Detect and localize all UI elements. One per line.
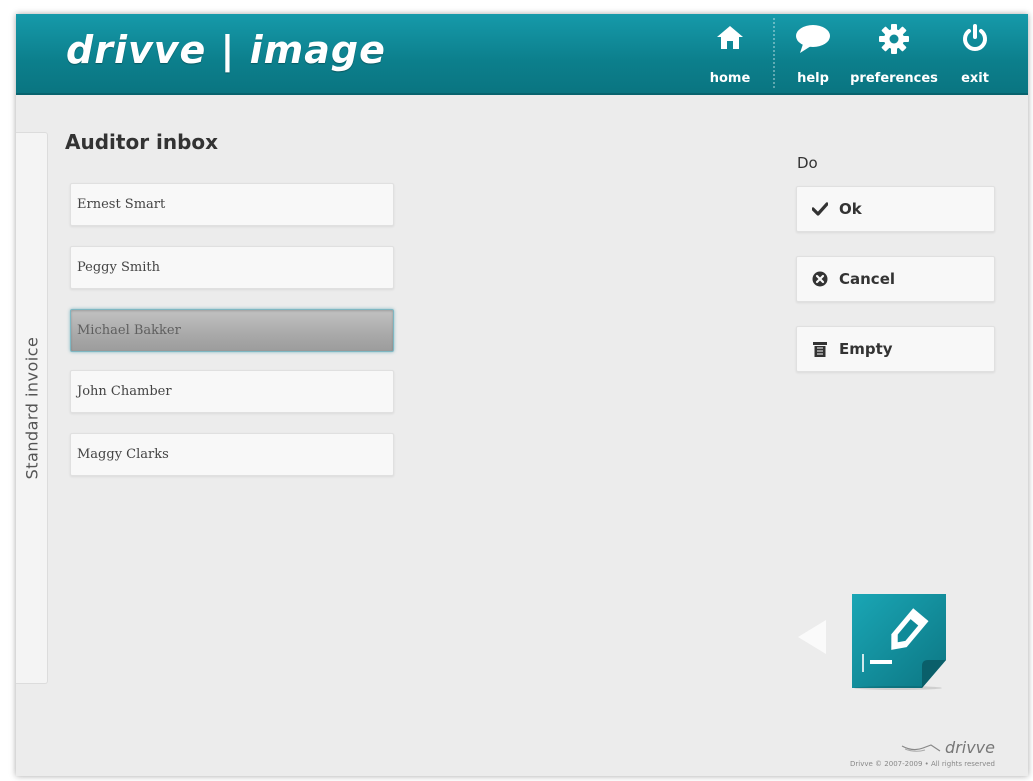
nav-preferences-button[interactable]: preferences	[844, 18, 944, 88]
footer-swoosh-icon	[901, 743, 941, 752]
nav-preferences-label: preferences	[850, 71, 938, 86]
nav-divider	[773, 18, 775, 88]
cancel-button-label: Cancel	[839, 270, 896, 288]
inbox-item[interactable]: John Chamber	[70, 370, 394, 413]
header-bar: drivve | image home help preferences exi…	[16, 14, 1028, 95]
checkmark-icon	[811, 202, 829, 216]
ok-button[interactable]: Ok	[796, 186, 995, 232]
inbox-item[interactable]: Peggy Smith	[70, 246, 394, 289]
nav-home-label: home	[709, 71, 751, 86]
side-tab-label: Standard invoice	[22, 336, 42, 480]
inbox-item-name: John Chamber	[77, 384, 172, 399]
footer-logo-text: drivve	[945, 738, 995, 757]
nav-home-button[interactable]: home	[706, 18, 754, 88]
footer-copyright: Drivve © 2007-2009 • All rights reserved	[850, 760, 995, 768]
app-window: drivve | image home help preferences exi…	[16, 14, 1028, 776]
back-arrow-icon[interactable]	[798, 620, 826, 654]
nav-exit-label: exit	[961, 71, 989, 86]
inbox-item[interactable]: Maggy Clarks	[70, 433, 394, 476]
trash-icon	[811, 341, 829, 357]
document-edit-icon[interactable]	[848, 590, 950, 690]
nav-help-button[interactable]: help	[791, 18, 835, 88]
inbox-item-name: Michael Bakker	[77, 323, 181, 338]
app-logo: drivve | image	[66, 28, 386, 72]
side-tab-standard-invoice[interactable]: Standard invoice	[16, 132, 48, 684]
actions-label: Do	[797, 154, 818, 172]
empty-button[interactable]: Empty	[796, 326, 995, 372]
power-icon	[961, 24, 989, 56]
nav-exit-button[interactable]: exit	[953, 18, 997, 88]
cancel-circle-icon	[811, 271, 829, 287]
ok-button-label: Ok	[839, 200, 862, 218]
page-title: Auditor inbox	[65, 130, 219, 154]
inbox-item-selected[interactable]: Michael Bakker	[70, 309, 394, 352]
empty-button-label: Empty	[839, 340, 893, 358]
inbox-item-name: Maggy Clarks	[77, 447, 169, 462]
inbox-item-name: Ernest Smart	[77, 197, 166, 212]
footer-logo: drivve	[901, 738, 995, 757]
home-icon	[716, 24, 744, 54]
gear-icon	[879, 24, 909, 58]
inbox-item[interactable]: Ernest Smart	[70, 183, 394, 226]
speech-bubble-icon	[795, 24, 831, 58]
cancel-button[interactable]: Cancel	[796, 256, 995, 302]
nav-help-label: help	[797, 71, 829, 86]
inbox-item-name: Peggy Smith	[77, 260, 160, 275]
